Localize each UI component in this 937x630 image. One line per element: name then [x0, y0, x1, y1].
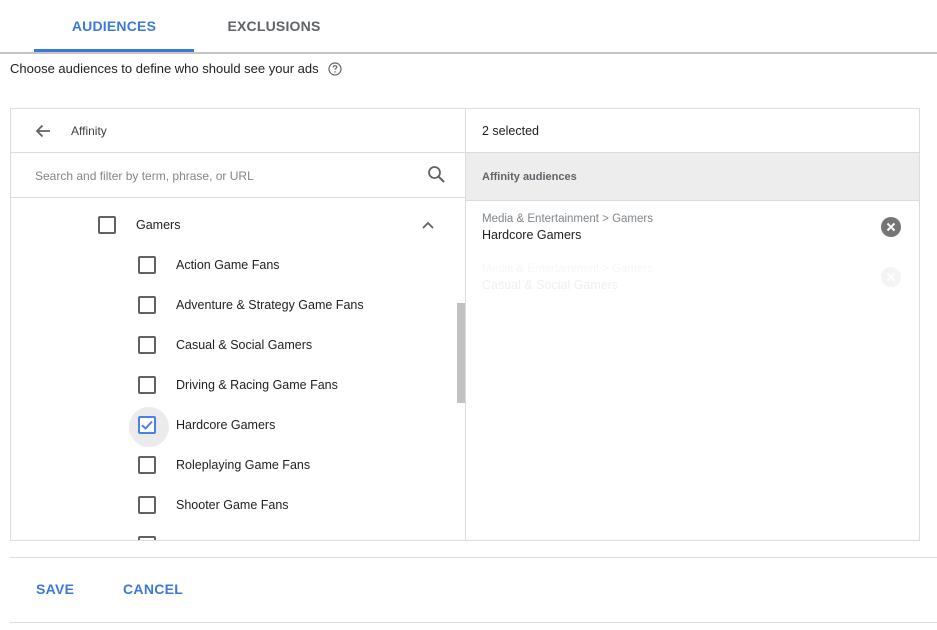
item-label: Shooter Game Fans	[176, 498, 289, 512]
chevron-up-icon[interactable]	[420, 217, 436, 233]
footer-divider	[10, 557, 937, 558]
selected-item-path: Media & Entertainment > Gamers	[482, 263, 653, 275]
item-label: Adventure & Strategy Game Fans	[176, 298, 364, 312]
selected-item-name: Casual & Social Gamers	[482, 278, 619, 292]
cancel-button[interactable]: CANCEL	[123, 581, 183, 597]
selected-item-fading: Media & Entertainment > Gamers Casual & …	[466, 251, 919, 297]
list-item[interactable]: Casual & Social Gamers	[138, 325, 312, 365]
list-item-partial[interactable]	[138, 525, 156, 540]
item-label: Roleplaying Game Fans	[176, 458, 311, 472]
group-title: Affinity audiences	[482, 171, 577, 183]
help-circle-icon[interactable]	[328, 61, 342, 76]
tab-exclusions[interactable]: EXCLUSIONS	[194, 0, 354, 52]
group-header: Affinity audiences	[466, 153, 919, 201]
browse-header: Affinity	[11, 109, 465, 153]
browse-pane: Affinity Gamers Action Game Fans Adventu	[11, 109, 466, 540]
remove-circle-icon[interactable]	[881, 267, 901, 287]
item-label: Action Game Fans	[176, 258, 280, 272]
selected-item: Media & Entertainment > Gamers Hardcore …	[466, 201, 919, 247]
remove-circle-icon[interactable]	[881, 217, 901, 237]
list-item[interactable]: Shooter Game Fans	[138, 485, 289, 525]
audience-panel: Affinity Gamers Action Game Fans Adventu	[10, 108, 920, 541]
selected-item-path: Media & Entertainment > Gamers	[482, 213, 653, 225]
footer-divider-bottom	[10, 622, 937, 623]
browse-title: Affinity	[71, 124, 107, 138]
category-label: Gamers	[136, 218, 181, 232]
item-checkbox[interactable]	[138, 256, 156, 274]
category-row-gamers[interactable]: Gamers	[98, 205, 438, 245]
list-item[interactable]: Driving & Racing Game Fans	[138, 365, 338, 405]
item-checkbox[interactable]	[138, 496, 156, 514]
search-icon[interactable]	[427, 165, 446, 184]
tab-bar: AUDIENCES EXCLUSIONS	[0, 0, 937, 54]
item-checkbox[interactable]	[138, 296, 156, 314]
item-label: Hardcore Gamers	[176, 418, 276, 432]
selected-item-name: Hardcore Gamers	[482, 228, 582, 242]
item-checkbox[interactable]	[138, 376, 156, 394]
list-scrollbar[interactable]	[457, 303, 465, 403]
list-item[interactable]: Action Game Fans	[138, 245, 280, 285]
arrow-left-icon[interactable]	[34, 122, 52, 140]
intro-row: Choose audiences to define who should se…	[10, 61, 342, 76]
list-item[interactable]: Hardcore Gamers	[129, 405, 276, 447]
audience-list[interactable]: Gamers Action Game Fans Adventure & Stra…	[11, 198, 465, 540]
check-icon	[141, 420, 153, 430]
item-label: Casual & Social Gamers	[176, 338, 313, 352]
intro-text: Choose audiences to define who should se…	[10, 61, 319, 76]
selected-pane: 2 selected Affinity audiences Media & En…	[466, 109, 919, 540]
item-checkbox[interactable]	[138, 456, 156, 474]
item-label: Driving & Racing Game Fans	[176, 378, 338, 392]
category-checkbox[interactable]	[98, 216, 116, 234]
active-tab-indicator	[34, 49, 194, 52]
save-button[interactable]: SAVE	[36, 581, 74, 597]
item-checkbox-checked[interactable]	[129, 407, 169, 447]
item-checkbox[interactable]	[138, 336, 156, 354]
selected-count: 2 selected	[482, 124, 539, 138]
item-checkbox[interactable]	[138, 536, 156, 540]
list-item[interactable]: Roleplaying Game Fans	[138, 445, 310, 485]
search-row	[11, 153, 465, 198]
tab-audiences[interactable]: AUDIENCES	[34, 0, 194, 52]
list-item[interactable]: Adventure & Strategy Game Fans	[138, 285, 364, 325]
search-input[interactable]	[35, 166, 415, 186]
selected-header: 2 selected	[466, 109, 919, 153]
